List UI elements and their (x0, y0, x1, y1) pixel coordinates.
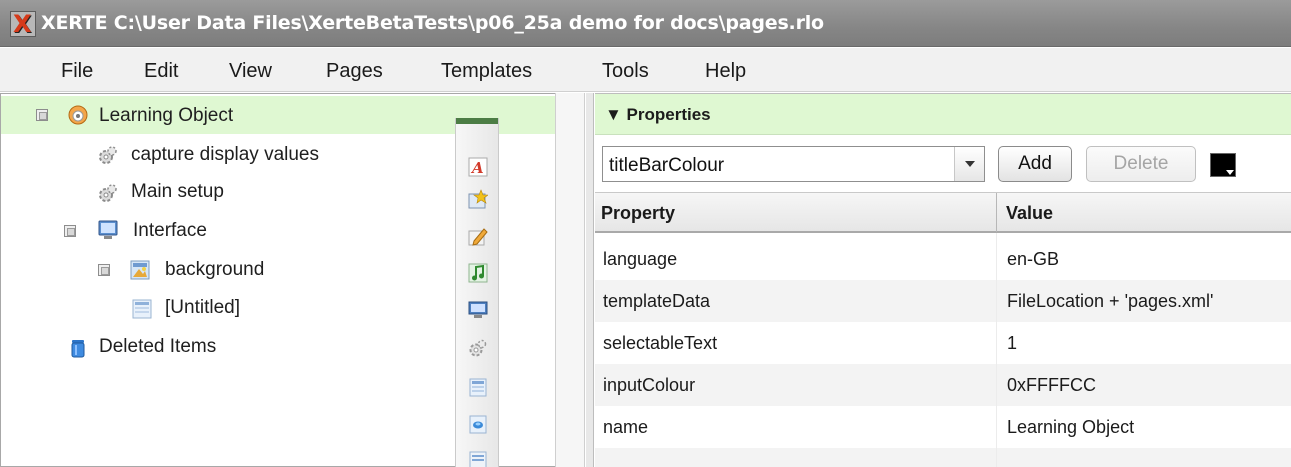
pencil-icon[interactable] (468, 226, 488, 246)
tree-item-untitled[interactable]: [Untitled] (1, 290, 451, 328)
menu-templates[interactable]: Templates (441, 60, 532, 83)
globe-page-icon[interactable] (468, 414, 488, 434)
monitor-icon[interactable] (468, 300, 488, 320)
table-row[interactable]: selectableText 1 (595, 322, 1291, 364)
column-divider[interactable] (996, 193, 997, 232)
properties-toolbar: titleBarColour Add Delete (595, 136, 1291, 192)
insert-page-toolbar: A (455, 118, 499, 467)
optional-property-select[interactable]: titleBarColour (602, 146, 985, 182)
add-button[interactable]: Add (998, 146, 1072, 182)
tree-item-label: background (165, 259, 265, 280)
table-row[interactable]: name Learning Object (595, 406, 1291, 448)
optional-property-value: titleBarColour (609, 155, 725, 176)
learning-object-icon (67, 104, 89, 126)
menu-bar: File Edit View Pages Templates Tools Hel… (0, 48, 1291, 92)
property-cell: language (603, 249, 678, 269)
music-icon[interactable] (468, 263, 488, 283)
tree-item-label: capture display values (131, 144, 319, 165)
window-title: XERTE C:\User Data Files\XerteBetaTests\… (41, 12, 824, 34)
menu-file[interactable]: File (61, 60, 93, 83)
tree-item-label: Main setup (131, 181, 224, 202)
value-cell[interactable]: Learning Object (1007, 417, 1134, 438)
gear-icon[interactable] (468, 338, 488, 358)
panel-splitter[interactable] (555, 93, 585, 467)
properties-table: Property Value language en-GB templateDa… (595, 192, 1291, 467)
page-icon[interactable] (468, 377, 488, 397)
column-divider (996, 233, 997, 467)
property-cell: selectableText (603, 333, 718, 353)
xerte-x-icon: X (10, 10, 36, 38)
delete-button[interactable]: Delete (1086, 146, 1196, 182)
collapse-toggle[interactable] (36, 109, 48, 121)
monitor-icon (97, 219, 119, 241)
table-row[interactable]: language en-GB (595, 238, 1291, 280)
svg-text:A: A (470, 159, 484, 177)
menu-pages[interactable]: Pages (326, 60, 383, 83)
menu-view[interactable]: View (229, 60, 272, 83)
pdf-icon[interactable]: A (468, 157, 488, 177)
value-cell[interactable]: 1 (1007, 333, 1017, 354)
tree-item-deleted-items[interactable]: Deleted Items (1, 329, 451, 367)
tree-item-label: [Untitled] (165, 297, 240, 318)
property-cell: inputColour (603, 375, 696, 395)
column-header-property[interactable]: Property (601, 203, 675, 224)
toolbar-cap (456, 118, 498, 124)
panel-divider[interactable] (586, 93, 594, 467)
table-row (595, 448, 1291, 467)
chevron-down-icon[interactable] (954, 147, 984, 181)
tree-item-label: Learning Object (99, 105, 234, 126)
menu-edit[interactable]: Edit (144, 60, 178, 83)
value-cell[interactable]: en-GB (1007, 249, 1059, 270)
value-cell[interactable]: FileLocation + 'pages.xml' (1007, 291, 1213, 312)
color-picker-swatch[interactable] (1210, 153, 1236, 177)
star-icon[interactable] (468, 189, 489, 209)
gear-icon (97, 182, 119, 204)
properties-title: ▼ Properties (605, 105, 711, 124)
table-row[interactable]: inputColour 0xFFFFCC (595, 364, 1291, 406)
expand-toggle[interactable] (98, 264, 110, 276)
gear-icon (97, 144, 119, 166)
window-title-bar: X XERTE C:\User Data Files\XerteBetaTest… (0, 0, 1291, 47)
page-icon (131, 298, 153, 320)
properties-header[interactable]: ▼ Properties (595, 93, 1291, 135)
list-icon[interactable] (468, 450, 488, 467)
property-cell: templateData (603, 291, 711, 311)
tree-item-label: Interface (133, 220, 207, 241)
table-row[interactable]: templateData FileLocation + 'pages.xml' (595, 280, 1291, 322)
menu-tools[interactable]: Tools (602, 60, 649, 83)
tree-item-interface[interactable]: Interface (1, 212, 451, 250)
image-page-icon (129, 259, 151, 281)
trash-can-icon (67, 337, 89, 359)
table-header: Property Value (595, 192, 1291, 233)
value-cell[interactable]: 0xFFFFCC (1007, 375, 1096, 396)
collapse-toggle[interactable] (64, 225, 76, 237)
tree-item-main-setup[interactable]: Main setup (1, 174, 451, 212)
tree-item-capture-display-values[interactable]: capture display values (1, 136, 451, 174)
column-header-value[interactable]: Value (1006, 203, 1053, 224)
tree-item-background[interactable]: background (1, 251, 451, 289)
property-cell: name (603, 417, 649, 437)
menu-help[interactable]: Help (705, 60, 746, 83)
tree-item-label: Deleted Items (99, 336, 217, 357)
